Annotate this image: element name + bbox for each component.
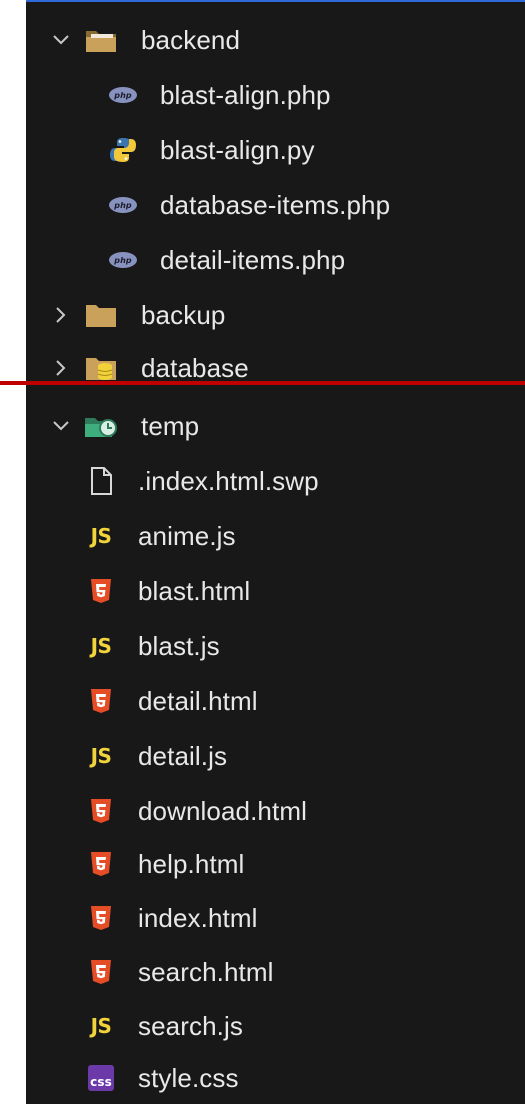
file-label: database-items.php [160,189,391,220]
svg-text:php: php [113,201,132,210]
chevron-right-icon[interactable] [52,359,70,377]
folder-label: backup [141,299,226,330]
chevron-down-icon[interactable] [52,31,70,49]
file-label: anime.js [138,520,236,551]
svg-text:php: php [113,91,132,100]
js-badge: JS [90,524,112,548]
file-item[interactable]: php database-items.php [26,179,525,231]
js-badge: JS [90,1014,112,1038]
file-explorer: backend php blast-align.php blast-align.… [26,0,525,1104]
file-icon [84,464,118,498]
file-label: help.html [138,848,245,879]
file-label: detail-items.php [160,244,346,275]
file-item[interactable]: index.html [26,892,525,944]
js-badge: JS [90,744,112,768]
php-icon: php [106,243,140,277]
php-icon: php [106,188,140,222]
js-icon: JS [84,1009,118,1043]
svg-text:php: php [113,256,132,265]
chevron-right-icon[interactable] [52,306,70,324]
file-item[interactable]: blast.html [26,565,525,617]
folder-label: database [141,352,249,383]
folder-database[interactable]: database [26,342,525,394]
file-item[interactable]: JS search.js [26,1000,525,1052]
js-icon: JS [84,739,118,773]
database-folder-icon [84,351,118,385]
file-label: blast.html [138,575,251,606]
folder-open-icon [84,23,118,57]
file-label: detail.js [138,740,228,771]
file-item[interactable]: help.html [26,838,525,890]
file-item[interactable]: search.html [26,946,525,998]
html-icon [84,847,118,881]
file-item[interactable]: .index.html.swp [26,455,525,507]
file-label: index.html [138,902,258,933]
folder-temp[interactable]: temp [26,400,525,452]
file-item[interactable]: JS detail.js [26,730,525,782]
html-icon [84,684,118,718]
folder-backend[interactable]: backend [26,14,525,66]
file-label: blast-align.py [160,134,315,165]
file-item[interactable]: blast-align.py [26,124,525,176]
file-item[interactable]: download.html [26,785,525,837]
file-item[interactable]: php detail-items.php [26,234,525,286]
file-item[interactable]: JS anime.js [26,510,525,562]
html-icon [84,794,118,828]
file-label: blast-align.php [160,79,331,110]
file-label: blast.js [138,630,220,661]
file-item[interactable]: detail.html [26,675,525,727]
temp-folder-icon [84,409,118,443]
html-icon [84,901,118,935]
css-icon: css [84,1061,118,1095]
file-label: search.html [138,956,274,987]
css-badge: css [88,1065,114,1091]
file-label: search.js [138,1010,243,1041]
folder-label: temp [141,410,200,441]
file-item[interactable]: JS blast.js [26,620,525,672]
html-icon [84,574,118,608]
chevron-down-icon[interactable] [52,417,70,435]
js-icon: JS [84,519,118,553]
file-label: style.css [138,1062,239,1093]
python-icon [106,133,140,167]
folder-backup[interactable]: backup [26,289,525,341]
red-divider-line [0,381,525,385]
file-item[interactable]: php blast-align.php [26,69,525,121]
js-icon: JS [84,629,118,663]
file-label: download.html [138,795,307,826]
php-icon: php [106,78,140,112]
file-label: detail.html [138,685,258,716]
folder-icon [84,298,118,332]
file-item[interactable]: css style.css [26,1052,525,1104]
folder-label: backend [141,24,240,55]
js-badge: JS [90,634,112,658]
html-icon [84,955,118,989]
file-label: .index.html.swp [138,465,319,496]
